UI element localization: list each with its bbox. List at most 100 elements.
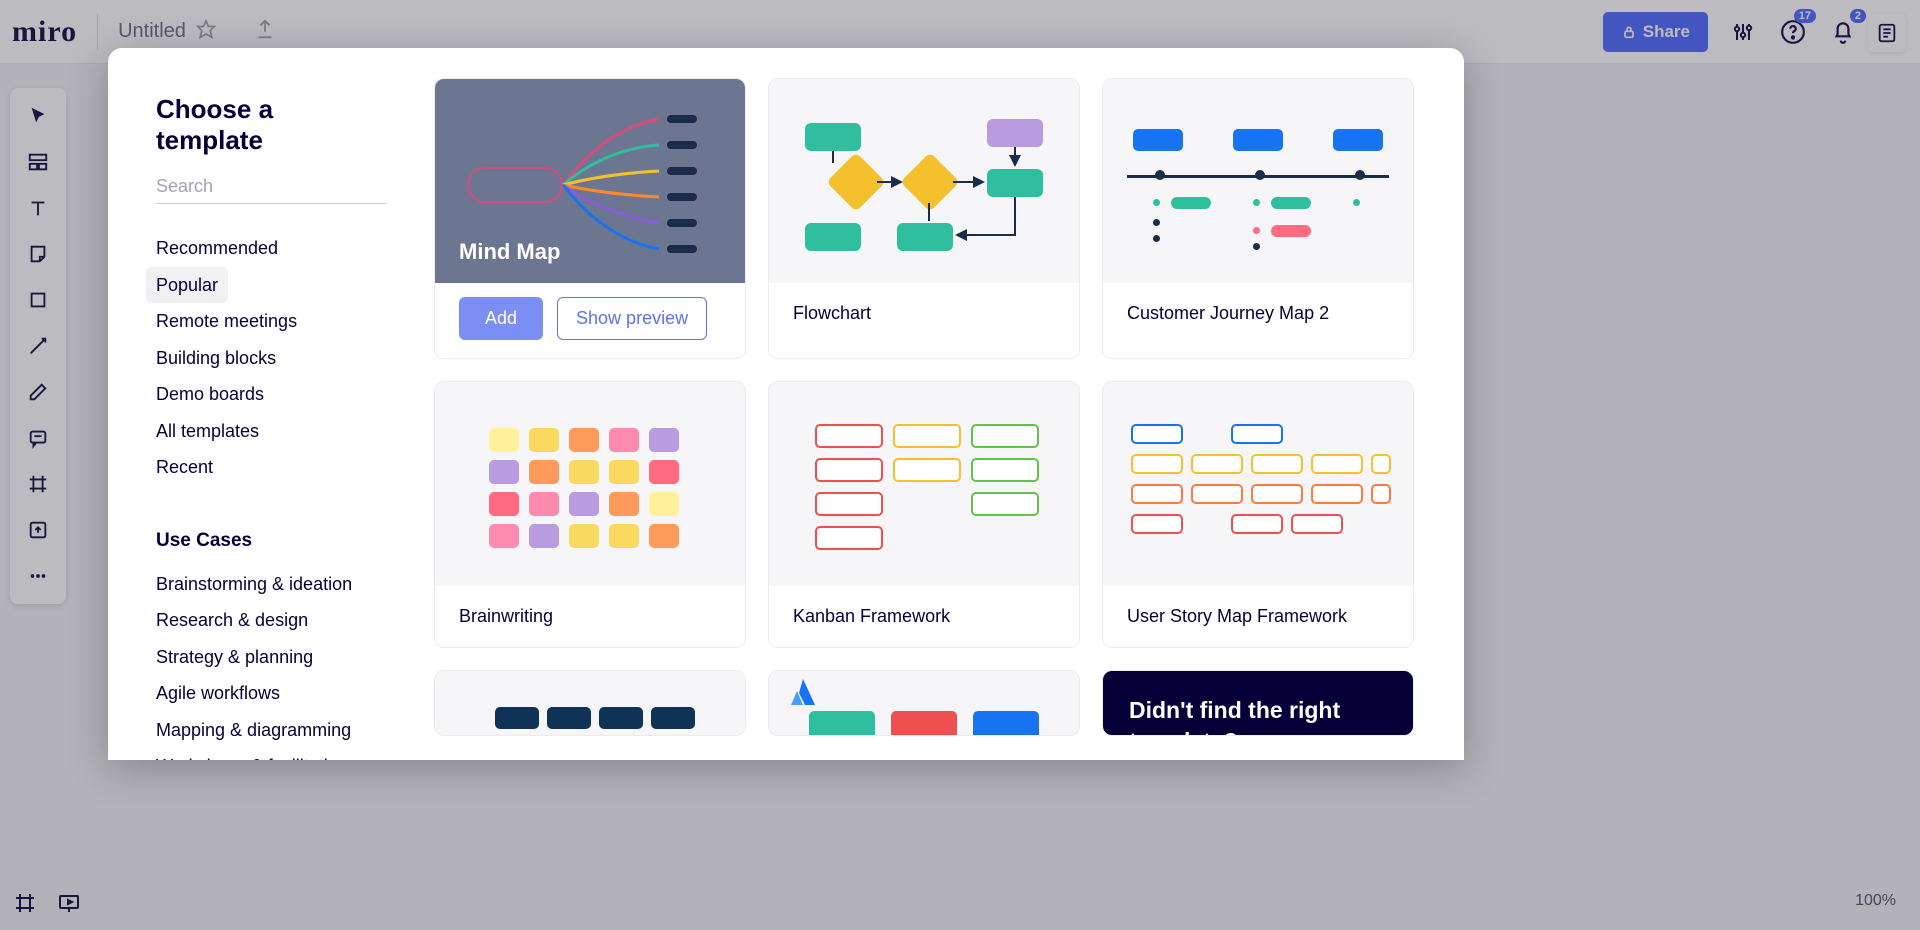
bw-cell-icon — [529, 492, 559, 516]
usecase-mapping[interactable]: Mapping & diagramming — [146, 712, 361, 749]
template-card-partial-2[interactable] — [768, 670, 1080, 736]
us-pill-icon — [1311, 454, 1363, 474]
bw-cell-icon — [489, 492, 519, 516]
bw-cell-icon — [569, 492, 599, 516]
jm-pill-icon — [1271, 197, 1311, 209]
bw-cell-icon — [489, 524, 519, 548]
jm-box-icon — [1333, 129, 1383, 151]
kb-pill-icon — [815, 458, 883, 482]
jm-dot-icon — [1155, 170, 1165, 180]
card-preview — [435, 671, 745, 735]
modal-title: Choose a template — [156, 94, 386, 156]
us-pill-icon — [1131, 454, 1183, 474]
bw-cell-icon — [569, 460, 599, 484]
mindmap-tick-icon — [667, 193, 697, 201]
card-preview: Didn't find the right template? — [1103, 671, 1413, 735]
pill-icon — [599, 707, 643, 729]
jm-pill-icon — [1171, 197, 1211, 209]
usecase-workshops[interactable]: Workshops & facilitation — [146, 748, 358, 760]
us-pill-icon — [1251, 454, 1303, 474]
usecase-strategy[interactable]: Strategy & planning — [146, 639, 323, 676]
us-pill-icon — [1291, 514, 1343, 534]
template-card-journeymap[interactable]: Customer Journey Map 2 — [1102, 78, 1414, 359]
search-input[interactable] — [156, 176, 386, 197]
fc-arrows-icon — [769, 79, 1079, 283]
category-recent[interactable]: Recent — [146, 449, 223, 486]
jm-smdot-icon — [1153, 199, 1160, 206]
use-cases-title: Use Cases — [156, 530, 386, 552]
template-card-partial-1[interactable] — [434, 670, 746, 736]
usecase-brainstorming[interactable]: Brainstorming & ideation — [146, 566, 362, 603]
kb-pill-icon — [893, 458, 961, 482]
jm-dot-icon — [1355, 170, 1365, 180]
jm-smdot-icon — [1353, 199, 1360, 206]
category-list: Recommended Popular Remote meetings Buil… — [156, 230, 386, 486]
card-preview — [769, 671, 1079, 735]
category-recommended[interactable]: Recommended — [146, 230, 288, 267]
mindmap-tick-icon — [667, 115, 697, 123]
us-pill-icon — [1131, 514, 1183, 534]
card-title: Brainwriting — [435, 586, 745, 647]
jm-dot-icon — [1255, 170, 1265, 180]
us-pill-icon — [1231, 514, 1283, 534]
mindmap-tick-icon — [667, 245, 697, 253]
bw-cell-icon — [609, 524, 639, 548]
kb-pill-icon — [971, 424, 1039, 448]
atlassian-icon — [787, 677, 819, 707]
bw-cell-icon — [529, 460, 559, 484]
card-preview — [1103, 79, 1413, 283]
usecase-research[interactable]: Research & design — [146, 602, 318, 639]
card-actions: Add Show preview — [435, 283, 745, 358]
bw-cell-icon — [489, 428, 519, 452]
bw-cell-icon — [649, 460, 679, 484]
template-card-mindmap[interactable]: Mind Map Add Show preview — [434, 78, 746, 359]
jm-smdot-icon — [1253, 243, 1260, 250]
cta-text: Didn't find the right template? — [1129, 695, 1387, 735]
bw-cell-icon — [609, 428, 639, 452]
us-pill-icon — [1191, 484, 1243, 504]
us-pill-icon — [1131, 424, 1183, 444]
jm-box-icon — [1133, 129, 1183, 151]
jm-smdot-icon — [1153, 235, 1160, 242]
us-pill-icon — [1371, 484, 1391, 504]
us-pill-icon — [1371, 454, 1391, 474]
card-preview-title: Mind Map — [459, 239, 560, 265]
mindmap-tick-icon — [667, 219, 697, 227]
template-card-flowchart[interactable]: Flowchart — [768, 78, 1080, 359]
jm-smdot-icon — [1253, 227, 1260, 234]
kb-pill-icon — [971, 458, 1039, 482]
card-preview — [769, 382, 1079, 586]
jm-box-icon — [1233, 129, 1283, 151]
category-all-templates[interactable]: All templates — [146, 413, 269, 450]
template-card-userstory[interactable]: User Story Map Framework — [1102, 381, 1414, 648]
add-button[interactable]: Add — [459, 297, 543, 340]
us-pill-icon — [1251, 484, 1303, 504]
show-preview-button[interactable]: Show preview — [557, 297, 707, 340]
pill-icon — [651, 707, 695, 729]
bw-cell-icon — [649, 492, 679, 516]
category-building-blocks[interactable]: Building blocks — [146, 340, 286, 377]
template-card-kanban[interactable]: Kanban Framework — [768, 381, 1080, 648]
category-popular[interactable]: Popular — [146, 267, 228, 304]
card-title: Customer Journey Map 2 — [1103, 283, 1413, 344]
bw-cell-icon — [529, 428, 559, 452]
card-preview — [435, 382, 745, 586]
category-demo-boards[interactable]: Demo boards — [146, 376, 274, 413]
kb-pill-icon — [815, 424, 883, 448]
bw-cell-icon — [649, 428, 679, 452]
usecase-agile[interactable]: Agile workflows — [146, 675, 290, 712]
category-remote-meetings[interactable]: Remote meetings — [146, 303, 307, 340]
card-title: Flowchart — [769, 283, 1079, 344]
template-grid: Mind Map Add Show preview — [426, 48, 1464, 760]
template-cta-card[interactable]: Didn't find the right template? — [1102, 670, 1414, 736]
bw-cell-icon — [569, 428, 599, 452]
bw-cell-icon — [609, 460, 639, 484]
us-pill-icon — [1311, 484, 1363, 504]
bw-cell-icon — [569, 524, 599, 548]
card-title: User Story Map Framework — [1103, 586, 1413, 647]
card-preview — [1103, 382, 1413, 586]
template-card-brainwriting[interactable]: Brainwriting — [434, 381, 746, 648]
pill-icon — [547, 707, 591, 729]
us-pill-icon — [1191, 454, 1243, 474]
jm-pill-icon — [1271, 225, 1311, 237]
